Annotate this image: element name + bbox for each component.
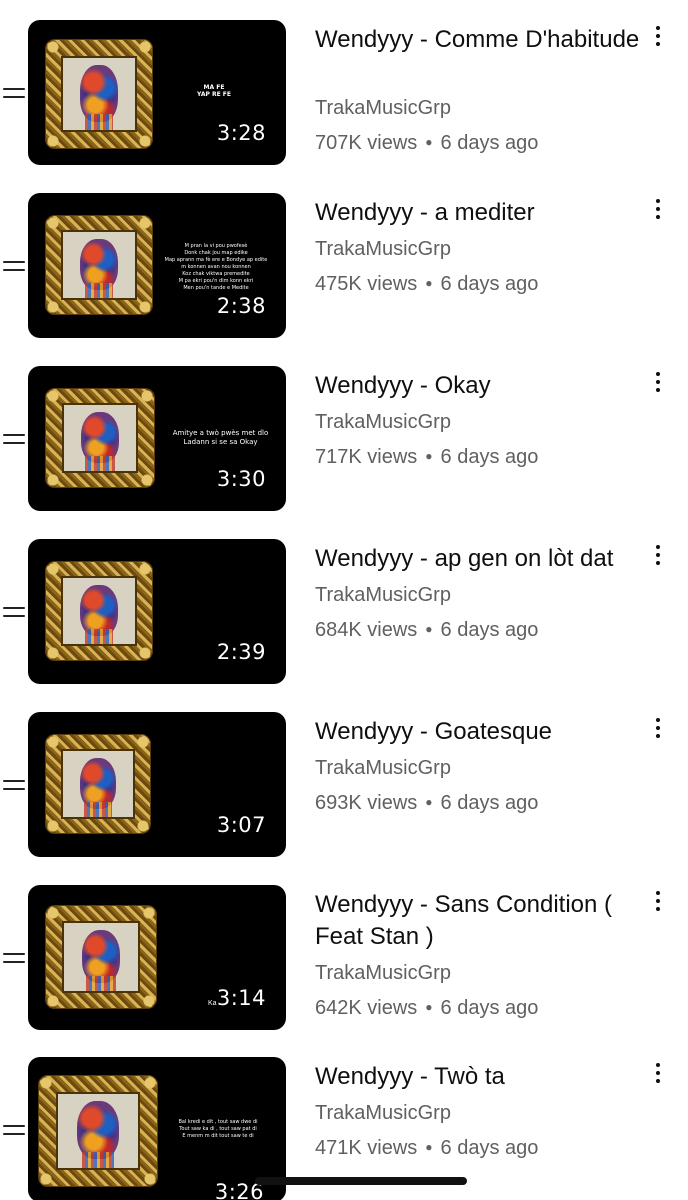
channel-name[interactable]: TrakaMusicGrp — [315, 411, 451, 434]
upload-age: 6 days ago — [440, 997, 539, 1019]
drag-handle-icon[interactable] — [3, 1125, 25, 1137]
channel-name[interactable]: TrakaMusicGrp — [315, 584, 451, 607]
duration-label: 2:39 — [216, 640, 266, 664]
video-meta: 693K views ● 6 days ago — [315, 792, 538, 815]
separator-dot: ● — [425, 449, 433, 463]
channel-name[interactable]: TrakaMusicGrp — [315, 962, 451, 985]
separator-dot: ● — [425, 276, 433, 290]
thumbnail-caption: M pran la vi pou pwofesè Donk chak jou m… — [164, 243, 268, 291]
view-count: 707K views — [315, 132, 418, 154]
channel-name[interactable]: TrakaMusicGrp — [315, 97, 451, 120]
more-vert-icon[interactable] — [651, 889, 665, 913]
video-row[interactable]: 3:07 Wendyyy - Goatesque TrakaMusicGrp 6… — [0, 712, 688, 884]
drag-handle-icon[interactable] — [3, 953, 25, 965]
drag-handle-icon[interactable] — [3, 261, 25, 273]
duration-label: 2:38 — [216, 294, 266, 318]
gold-frame-art — [38, 1075, 158, 1187]
upload-age: 6 days ago — [440, 273, 539, 295]
upload-age: 6 days ago — [440, 619, 539, 641]
video-thumbnail[interactable]: 3:07 — [28, 712, 286, 857]
video-title[interactable]: Wendyyy - Sans Condition ( Feat Stan ) — [315, 889, 645, 953]
view-count: 475K views — [315, 273, 418, 295]
video-meta: 707K views ● 6 days ago — [315, 132, 538, 155]
video-title[interactable]: Wendyyy - a mediter — [315, 197, 645, 229]
view-count: 717K views — [315, 446, 418, 468]
channel-name[interactable]: TrakaMusicGrp — [315, 238, 451, 261]
video-title[interactable]: Wendyyy - Comme D'habitude — [315, 24, 645, 56]
video-thumbnail[interactable]: Amitye a twò pwès met dlo Ladann si se s… — [28, 366, 286, 511]
separator-dot: ● — [425, 1140, 433, 1154]
video-title[interactable]: Wendyyy - Goatesque — [315, 716, 645, 748]
gold-frame-art — [45, 388, 155, 488]
upload-age: 6 days ago — [440, 792, 539, 814]
drag-handle-icon[interactable] — [3, 780, 25, 792]
upload-age: 6 days ago — [440, 132, 539, 154]
more-vert-icon[interactable] — [651, 197, 665, 221]
video-meta: 717K views ● 6 days ago — [315, 446, 538, 469]
video-meta: 471K views ● 6 days ago — [315, 1137, 538, 1160]
video-thumbnail[interactable]: Ka 3:14 — [28, 885, 286, 1030]
drag-handle-icon[interactable] — [3, 88, 25, 100]
channel-name[interactable]: TrakaMusicGrp — [315, 1102, 451, 1125]
separator-dot: ● — [425, 1000, 433, 1014]
upload-age: 6 days ago — [440, 446, 539, 468]
video-meta: 684K views ● 6 days ago — [315, 619, 538, 642]
separator-dot: ● — [425, 795, 433, 809]
upload-age: 6 days ago — [440, 1137, 539, 1159]
view-count: 471K views — [315, 1137, 418, 1159]
video-thumbnail[interactable]: MA FE YAP RE FE 3:28 — [28, 20, 286, 165]
video-title[interactable]: Wendyyy - Okay — [315, 370, 645, 402]
duration-label: 3:28 — [216, 121, 266, 145]
video-thumbnail[interactable]: Bal kredi e dit , tout saw dwe di Tout s… — [28, 1057, 286, 1200]
thumbnail-caption: MA FE YAP RE FE — [197, 84, 231, 98]
thumbnail-caption: Amitye a twò pwès met dlo Ladann si se s… — [172, 429, 269, 446]
video-row[interactable]: 2:39 Wendyyy - ap gen on lòt dat TrakaMu… — [0, 539, 688, 711]
more-vert-icon[interactable] — [651, 1061, 665, 1085]
drag-handle-icon[interactable] — [3, 607, 25, 619]
view-count: 693K views — [315, 792, 418, 814]
video-row[interactable]: MA FE YAP RE FE 3:28 Wendyyy - Comme D'h… — [0, 20, 688, 192]
separator-dot: ● — [425, 135, 433, 149]
duration-label: 3:14 — [216, 986, 266, 1010]
view-count: 684K views — [315, 619, 418, 641]
video-meta: 475K views ● 6 days ago — [315, 273, 538, 296]
video-title[interactable]: Wendyyy - ap gen on lòt dat — [315, 543, 645, 575]
gold-frame-art — [45, 905, 157, 1009]
gold-frame-art — [45, 734, 151, 834]
video-row[interactable]: Ka 3:14 Wendyyy - Sans Condition ( Feat … — [0, 885, 688, 1057]
video-row[interactable]: M pran la vi pou pwofesè Donk chak jou m… — [0, 193, 688, 365]
playlist-page: MA FE YAP RE FE 3:28 Wendyyy - Comme D'h… — [0, 0, 688, 1200]
more-vert-icon[interactable] — [651, 370, 665, 394]
more-vert-icon[interactable] — [651, 543, 665, 567]
video-title[interactable]: Wendyyy - Twò ta — [315, 1061, 645, 1093]
video-row[interactable]: Amitye a twò pwès met dlo Ladann si se s… — [0, 366, 688, 538]
more-vert-icon[interactable] — [651, 24, 665, 48]
separator-dot: ● — [425, 622, 433, 636]
view-count: 642K views — [315, 997, 418, 1019]
video-meta: 642K views ● 6 days ago — [315, 997, 538, 1020]
drag-handle-icon[interactable] — [3, 434, 25, 446]
gold-frame-art — [45, 39, 153, 149]
duration-label: 3:07 — [216, 813, 266, 837]
more-vert-icon[interactable] — [651, 716, 665, 740]
gold-frame-art — [45, 215, 153, 315]
video-thumbnail[interactable]: 2:39 — [28, 539, 286, 684]
gold-frame-art — [45, 561, 153, 661]
channel-name[interactable]: TrakaMusicGrp — [315, 757, 451, 780]
home-indicator[interactable] — [255, 1177, 467, 1185]
thumbnail-caption: Bal kredi e dit , tout saw dwe di Tout s… — [178, 1119, 258, 1139]
thumbnail-caption-fragment: Ka — [208, 1000, 217, 1007]
duration-label: 3:30 — [216, 467, 266, 491]
video-thumbnail[interactable]: M pran la vi pou pwofesè Donk chak jou m… — [28, 193, 286, 338]
